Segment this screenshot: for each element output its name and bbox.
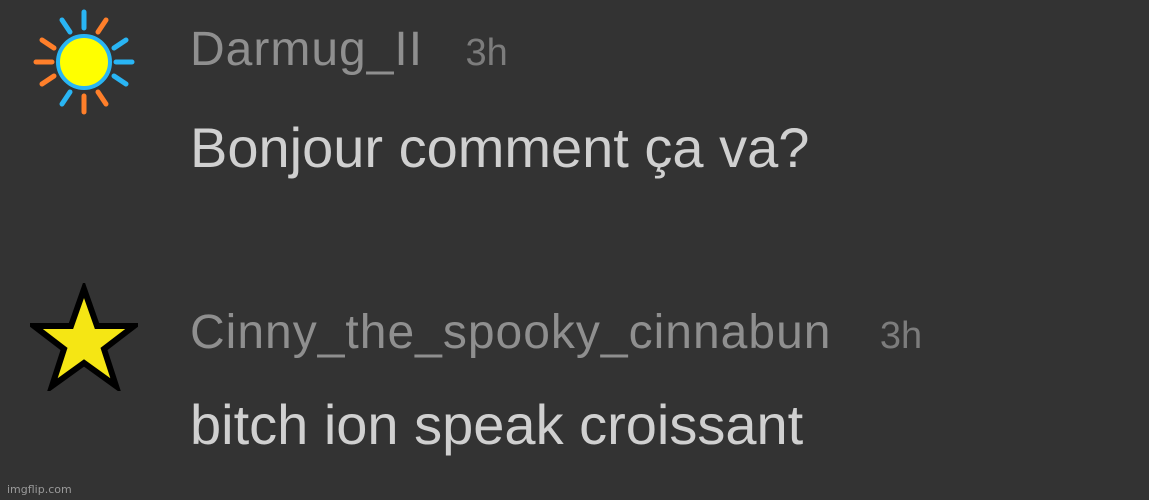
star-icon (30, 283, 138, 391)
comment-text: bitch ion speak croissant (190, 393, 804, 456)
timestamp: 3h (879, 315, 923, 357)
comment-item: Cinny_the_spooky_cinnabun 3h bitch ion s… (0, 275, 1149, 500)
comment-thread: { "comments": [ { "username": "Darmug_II… (0, 0, 1149, 500)
sun-icon (33, 9, 135, 115)
comment-item: Darmug_II 3h Bonjour comment ça va? (0, 0, 1149, 230)
avatar[interactable] (30, 283, 138, 391)
comment-text: Bonjour comment ça va? (190, 116, 810, 179)
watermark: imgflip.com (7, 483, 72, 496)
comment-header: Darmug_II 3h (190, 26, 508, 74)
username[interactable]: Darmug_II (190, 23, 423, 76)
avatar[interactable] (30, 8, 138, 116)
username[interactable]: Cinny_the_spooky_cinnabun (190, 306, 831, 359)
timestamp: 3h (465, 32, 508, 74)
comment-header: Cinny_the_spooky_cinnabun 3h (190, 309, 922, 357)
